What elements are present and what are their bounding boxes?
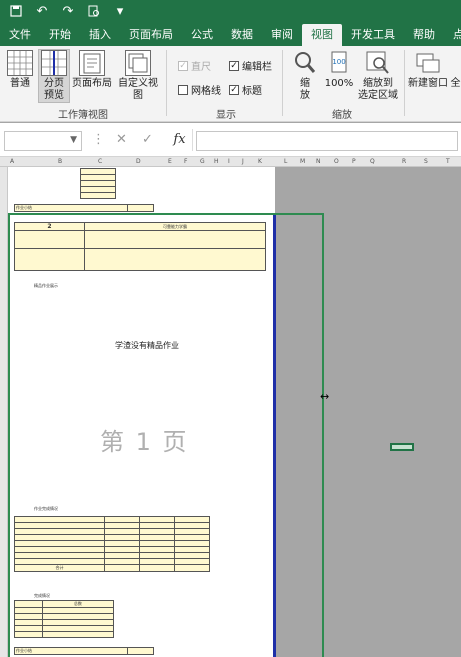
column-letter[interactable]: H [214,158,219,165]
column-letter[interactable]: A [10,158,14,165]
group-label-zoom: 缩放 [332,110,352,121]
cancel-icon[interactable]: ✕ [116,132,127,147]
column-letter[interactable]: J [242,158,244,165]
normal-view-button[interactable]: 普通 [4,50,36,102]
zoom-selection-icon [356,50,400,78]
customize-toolbar-icon[interactable]: ▾ [112,3,128,19]
magnifier-icon [290,50,320,78]
ribbon-separator [282,50,283,116]
summary-table-top [80,168,116,199]
resize-cursor-icon: ↔ [320,390,330,403]
column-letter[interactable]: L [284,158,287,165]
column-letter[interactable]: S [424,158,428,165]
ribbon-tabs: 文件 开始 插入 页面布局 公式 数据 审阅 视图 开发工具 帮助 点 [0,22,461,46]
custom-view-icon [125,50,151,76]
enter-icon[interactable]: ✓ [142,132,153,147]
title-bar: ↶ ↷ ▾ [0,0,461,22]
formula-bar-checkbox[interactable]: ✓ 编辑栏 [229,58,272,73]
new-window-button[interactable]: 新建窗口 [408,50,448,102]
page-break-preview-icon [41,50,67,76]
tab-page-layout[interactable]: 页面布局 [120,24,182,46]
formula-input[interactable] [196,131,458,151]
group-label-show: 显示 [216,110,236,121]
column-letter[interactable]: K [258,158,262,165]
ribbon-separator [404,50,405,116]
status-row-top: 作业小结 [13,204,154,212]
tab-formulas[interactable]: 公式 [182,24,222,46]
page-break-line[interactable] [273,215,276,657]
zoom-100-button[interactable]: 100 100% [324,50,354,102]
column-letter[interactable]: O [334,158,339,165]
column-letter[interactable]: R [402,158,406,165]
zoom-100-icon: 100 [324,50,354,78]
column-letter[interactable]: T [446,158,450,165]
svg-text:100: 100 [332,58,345,66]
column-header: A B C D E F G H I J K L M N O P Q R S T [0,157,461,167]
normal-view-icon [7,50,33,76]
tab-home[interactable]: 开始 [40,24,80,46]
column-letter[interactable]: F [184,158,187,165]
more-options-icon[interactable]: ⋮ [92,132,105,147]
redo-icon[interactable]: ↷ [60,3,76,19]
tab-review[interactable]: 审阅 [262,24,302,46]
tab-developer[interactable]: 开发工具 [342,24,404,46]
checkbox-checked-icon: ✓ [178,60,188,71]
column-letter[interactable]: C [98,158,102,165]
gridlines-checkbox[interactable]: 网格线 [178,82,221,97]
column-letter[interactable]: D [136,158,141,165]
page-layout-view-button[interactable]: 页面布局 [72,50,112,102]
zoom-button[interactable]: 缩 放 [290,50,320,102]
new-window-icon [408,50,448,78]
column-letter[interactable]: Q [370,158,375,165]
checkbox-unchecked-icon [178,84,188,95]
column-letter[interactable]: B [58,158,62,165]
print-area-border[interactable] [8,213,324,657]
ruler-checkbox[interactable]: ✓ 直尺 [178,58,211,73]
row-header[interactable] [0,167,8,657]
arrange-all-button[interactable]: 全 [450,78,461,94]
ribbon-separator [166,50,167,116]
chevron-down-icon[interactable]: ▼ [70,135,77,145]
ribbon-view: 普通 分页 预览 页面布局 自定义视图 工作簿视图 ✓ 直尺 ✓ 编辑栏 网格线… [0,46,461,122]
page-layout-icon [79,50,105,76]
column-letter[interactable]: I [228,158,230,165]
column-letter[interactable]: G [200,158,205,165]
undo-icon[interactable]: ↶ [34,3,50,19]
column-letter[interactable]: P [352,158,356,165]
print-preview-icon[interactable] [86,3,102,19]
tab-view[interactable]: 视图 [302,24,342,46]
page-break-preview-button[interactable]: 分页 预览 [38,49,70,103]
group-label-workbook-views: 工作簿视图 [58,110,108,121]
insert-function-button[interactable]: fx [167,129,193,151]
formula-bar: ▼ ⋮ ✕ ✓ fx [0,123,461,157]
name-box[interactable]: ▼ [4,131,82,151]
tab-insert[interactable]: 插入 [80,24,120,46]
checkbox-checked-icon: ✓ [229,60,239,71]
headings-checkbox[interactable]: ✓ 标题 [229,82,262,97]
column-letter[interactable]: M [300,158,305,165]
custom-view-button[interactable]: 自定义视图 [114,50,162,102]
checkbox-checked-icon: ✓ [229,84,239,95]
tab-more[interactable]: 点 [444,24,461,46]
tab-help[interactable]: 帮助 [404,24,444,46]
column-letter[interactable]: E [168,158,172,165]
save-icon[interactable] [8,3,24,19]
tab-data[interactable]: 数据 [222,24,262,46]
column-letter[interactable]: N [316,158,321,165]
tab-file[interactable]: 文件 [0,24,40,46]
selected-cell[interactable] [390,443,414,451]
zoom-to-selection-button[interactable]: 缩放到 选定区域 [356,50,400,102]
